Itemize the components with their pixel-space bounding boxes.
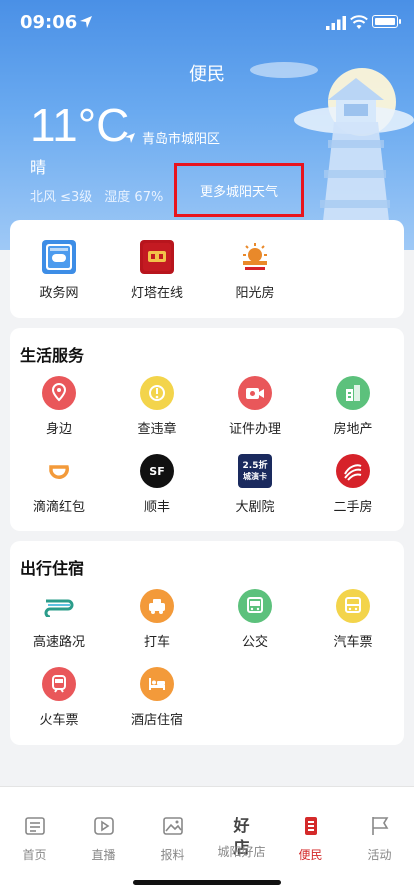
quick-link-label: 灯塔在线 (130, 286, 183, 301)
service-didi[interactable]: 滴滴红包 (10, 454, 108, 515)
theater-card-text: 城演卡 (243, 471, 267, 481)
battery-icon (372, 15, 401, 28)
building-icon (336, 376, 370, 410)
good-store-icon: 好店 (231, 815, 253, 857)
service-label: 滴滴红包 (32, 500, 85, 515)
train-icon (42, 667, 76, 701)
hotel-bed-icon (140, 667, 174, 701)
nav-item-good-store[interactable]: 好店 城阳好店 (207, 815, 276, 860)
service-violation-check[interactable]: 查违章 (108, 376, 206, 437)
second-hand-house-icon (336, 454, 370, 488)
travel-taxi[interactable]: 打车 (108, 589, 206, 650)
nav-label: 首页 (22, 848, 47, 862)
sf-express-icon: SF (140, 454, 174, 488)
status-time: 09:06 (20, 12, 78, 33)
flag-icon (371, 817, 388, 835)
travel-coach-ticket[interactable]: 汽车票 (304, 589, 402, 650)
navigation-arrow-icon (125, 132, 135, 143)
nav-item-activity[interactable]: 活动 (345, 815, 414, 863)
service-label: 房地产 (333, 422, 373, 437)
weather-details: 北风 ≤3级 湿度 67% (30, 186, 163, 205)
quick-link-label: 政务网 (39, 286, 79, 301)
service-second-hand-house[interactable]: 二手房 (304, 454, 402, 515)
live-play-icon (93, 817, 114, 835)
taxi-icon (140, 589, 174, 623)
service-label: 证件办理 (228, 422, 281, 437)
quick-links-card: 政务网 灯塔在线 阳光房 (10, 220, 404, 318)
didi-icon (42, 454, 76, 488)
service-grand-theater[interactable]: 2.5折 城演卡 大剧院 (206, 454, 304, 515)
travel-label: 汽车票 (333, 635, 373, 650)
service-label: 大剧院 (235, 500, 275, 515)
nav-label: 直播 (91, 848, 116, 862)
city-name: 青岛市城阳区 (142, 132, 221, 147)
service-nearby[interactable]: 身边 (10, 376, 108, 437)
weather-header: 09:06 便民 11°C 青岛市城阳区 晴 北风 ≤3级 湿度 67% 更多城… (0, 0, 414, 250)
humidity-info: 湿度 67% (104, 190, 164, 205)
service-label: 顺丰 (143, 500, 170, 515)
page-title: 便民 (189, 64, 225, 85)
highway-icon (42, 589, 76, 623)
nav-label: 活动 (367, 848, 392, 862)
wifi-icon (350, 15, 368, 29)
life-services-card: 生活服务 身边 查违章 证件办理 房地产 滴滴红包 SF 顺丰 2.5折 城演卡… (10, 328, 404, 531)
lighthouse-online-icon (140, 240, 174, 274)
image-report-icon (162, 817, 183, 835)
nav-label: 报料 (160, 848, 185, 862)
violation-icon (140, 376, 174, 410)
nav-item-convenience[interactable]: 便民 (276, 815, 345, 863)
nav-item-live[interactable]: 直播 (69, 815, 138, 863)
location-services-icon (80, 16, 92, 28)
sunshine-house-icon (238, 240, 272, 274)
quick-link-gov-web[interactable]: 政务网 (10, 240, 108, 301)
city-location[interactable]: 青岛市城阳区 (124, 128, 220, 147)
travel-label: 高速路况 (32, 635, 85, 650)
weather-condition: 晴 (30, 158, 47, 177)
service-real-estate[interactable]: 房地产 (304, 376, 402, 437)
nav-label: 城阳好店 (217, 845, 266, 859)
home-news-icon (24, 817, 45, 835)
coach-ticket-icon (336, 589, 370, 623)
bus-icon (238, 589, 272, 623)
quick-link-label: 阳光房 (235, 286, 275, 301)
service-label: 查违章 (137, 422, 177, 437)
section-title: 出行住宿 (20, 559, 85, 578)
more-weather-link[interactable]: 更多城阳天气 (174, 163, 304, 217)
travel-highway[interactable]: 高速路况 (10, 589, 108, 650)
travel-hotel[interactable]: 酒店住宿 (108, 667, 206, 728)
service-label: 二手房 (333, 500, 373, 515)
location-pin-icon (42, 376, 76, 410)
travel-label: 酒店住宿 (130, 713, 183, 728)
quick-link-lighthouse-online[interactable]: 灯塔在线 (108, 240, 206, 301)
home-indicator[interactable] (133, 880, 281, 885)
section-title: 生活服务 (20, 346, 85, 365)
sf-badge-text: SF (149, 464, 165, 478)
service-label: 身边 (45, 422, 72, 437)
travel-label: 公交 (241, 635, 268, 650)
service-certificate[interactable]: 证件办理 (206, 376, 304, 437)
status-bar: 09:06 (0, 0, 414, 46)
travel-label: 打车 (143, 635, 170, 650)
theater-discount: 2.5折 (242, 460, 268, 471)
travel-label: 火车票 (39, 713, 79, 728)
service-sf-express[interactable]: SF 顺丰 (108, 454, 206, 515)
camera-icon (238, 376, 272, 410)
nav-item-home[interactable]: 首页 (0, 815, 69, 863)
nav-label: 便民 (298, 848, 323, 862)
travel-bus[interactable]: 公交 (206, 589, 304, 650)
cellular-signal-icon (326, 16, 346, 30)
convenience-icon (304, 817, 317, 835)
quick-link-sunshine-house[interactable]: 阳光房 (206, 240, 304, 301)
wind-info: 北风 ≤3级 (30, 190, 93, 205)
travel-lodging-card: 出行住宿 高速路况 打车 公交 汽车票 火车票 酒店住宿 (10, 541, 404, 745)
nav-item-report[interactable]: 报料 (138, 815, 207, 863)
travel-train-ticket[interactable]: 火车票 (10, 667, 108, 728)
temperature: 11°C (30, 99, 130, 151)
theater-card-icon: 2.5折 城演卡 (238, 454, 272, 488)
gov-web-icon (42, 240, 76, 274)
